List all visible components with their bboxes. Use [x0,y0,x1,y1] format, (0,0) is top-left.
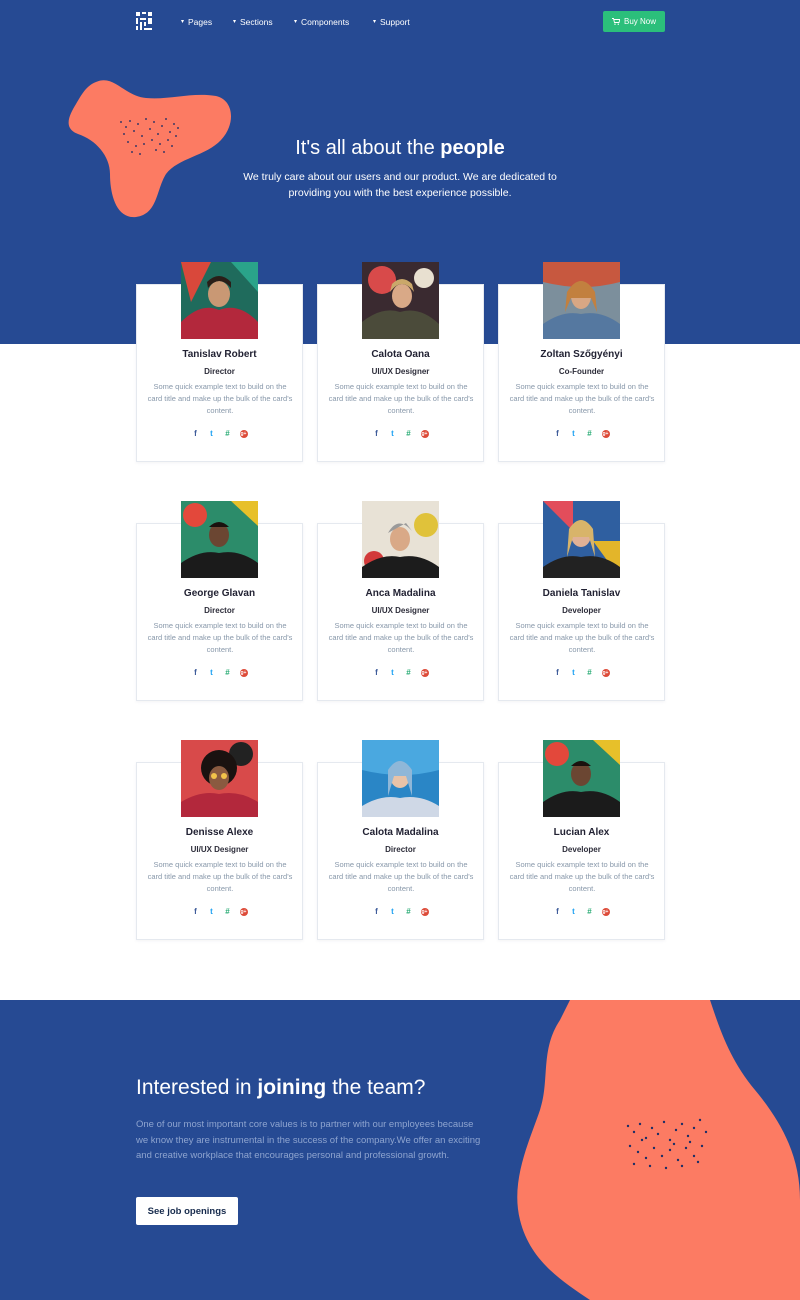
slack-icon[interactable]: # [224,669,232,677]
member-name: Calota Madalina [362,827,439,838]
member-photo [181,740,258,817]
twitter-icon[interactable]: t [389,669,397,677]
member-description: Some quick example text to build on the … [328,382,474,415]
social-links: f t # g+ [137,669,302,677]
twitter-icon[interactable]: t [208,908,216,916]
member-role: Co-Founder [558,367,605,376]
social-links: f t # g+ [499,430,664,438]
facebook-icon[interactable]: f [192,908,200,916]
social-links: f t # g+ [318,430,483,438]
slack-icon[interactable]: # [586,908,594,916]
slack-icon[interactable]: # [405,908,413,916]
twitter-icon[interactable]: t [570,908,578,916]
slack-icon[interactable]: # [405,669,413,677]
member-name: Anca Madalina [365,588,436,599]
twitter-icon[interactable]: t [208,669,216,677]
facebook-icon[interactable]: f [373,430,381,438]
member-photo [543,501,620,578]
member-description: Some quick example text to build on the … [509,382,655,415]
twitter-icon[interactable]: t [570,669,578,677]
see-job-openings-button[interactable]: See job openings [136,1197,238,1225]
member-role: Director [385,845,416,854]
join-title: Interested in joining the team? [136,1076,425,1100]
facebook-icon[interactable]: f [373,669,381,677]
facebook-icon[interactable]: f [554,669,562,677]
social-links: f t # g+ [318,669,483,677]
member-photo [543,262,620,339]
join-team-section: Interested in joining the team? One of o… [0,1000,800,1300]
member-photo [362,501,439,578]
member-name: Denisse Alexe [185,827,254,838]
member-role: Director [204,606,235,615]
member-description: Some quick example text to build on the … [328,860,474,893]
social-links: f t # g+ [318,908,483,916]
member-description: Some quick example text to build on the … [509,621,655,654]
see-job-openings-label: See job openings [147,1205,227,1217]
member-description: Some quick example text to build on the … [147,621,293,654]
google-plus-icon[interactable]: g+ [601,430,610,438]
member-name: Lucian Alex [553,827,610,838]
google-plus-icon[interactable]: g+ [239,430,248,438]
member-role: Developer [562,606,601,615]
member-photo [181,501,258,578]
member-role: UI/UX Designer [371,367,430,376]
twitter-icon[interactable]: t [208,430,216,438]
google-plus-icon[interactable]: g+ [420,430,429,438]
facebook-icon[interactable]: f [373,908,381,916]
member-description: Some quick example text to build on the … [147,382,293,415]
google-plus-icon[interactable]: g+ [420,908,429,916]
slack-icon[interactable]: # [224,908,232,916]
twitter-icon[interactable]: t [389,908,397,916]
google-plus-icon[interactable]: g+ [420,669,429,677]
member-photo [362,262,439,339]
member-description: Some quick example text to build on the … [509,860,655,893]
social-links: f t # g+ [137,908,302,916]
member-description: Some quick example text to build on the … [328,621,474,654]
google-plus-icon[interactable]: g+ [601,669,610,677]
member-name: Calota Oana [371,349,430,360]
google-plus-icon[interactable]: g+ [601,908,610,916]
slack-icon[interactable]: # [224,430,232,438]
facebook-icon[interactable]: f [554,908,562,916]
member-role: UI/UX Designer [190,845,249,854]
join-description: One of our most important core values is… [136,1119,481,1161]
twitter-icon[interactable]: t [570,430,578,438]
join-title-emphasis: joining [257,1076,327,1099]
member-role: UI/UX Designer [371,606,430,615]
slack-icon[interactable]: # [405,430,413,438]
google-plus-icon[interactable]: g+ [239,908,248,916]
join-title-suffix: the team? [326,1076,426,1099]
member-name: Tanislav Robert [182,349,257,360]
social-links: f t # g+ [137,430,302,438]
member-description: Some quick example text to build on the … [147,860,293,893]
facebook-icon[interactable]: f [192,430,200,438]
member-role: Developer [562,845,601,854]
member-name: Zoltan Szőgyényi [540,349,623,360]
facebook-icon[interactable]: f [192,669,200,677]
social-links: f t # g+ [499,669,664,677]
member-name: Daniela Tanislav [542,588,621,599]
social-links: f t # g+ [499,908,664,916]
member-photo [543,740,620,817]
slack-icon[interactable]: # [586,430,594,438]
google-plus-icon[interactable]: g+ [239,669,248,677]
twitter-icon[interactable]: t [389,430,397,438]
decorative-blob [517,1000,800,1300]
join-title-prefix: Interested in [136,1076,258,1099]
member-photo [362,740,439,817]
slack-icon[interactable]: # [586,669,594,677]
team-section: Tanislav Robert Director Some quick exam… [0,0,800,1000]
facebook-icon[interactable]: f [554,430,562,438]
member-photo [181,262,258,339]
member-role: Director [204,367,235,376]
member-name: George Glavan [183,588,256,599]
